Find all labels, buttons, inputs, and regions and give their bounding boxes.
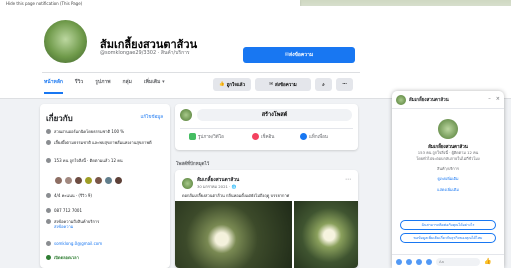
message-label: ส่งข้อความ bbox=[275, 83, 297, 88]
show-more-link[interactable]: แสดงเพิ่มเติม bbox=[392, 187, 504, 193]
tab-home[interactable]: หน้าหลัก bbox=[44, 78, 63, 94]
intro-row: สวนผ่านออร์แกนิคโดยธรรมชาติ 100 % bbox=[46, 129, 164, 134]
friend-avatar[interactable] bbox=[104, 176, 113, 185]
chat-header[interactable]: ส้มเกลี้ยงสวนตาส้วน – × bbox=[392, 91, 504, 109]
tag-friends-option[interactable]: แท็กเพื่อน bbox=[300, 133, 328, 140]
info-icon bbox=[46, 129, 51, 134]
mail-icon bbox=[46, 241, 51, 246]
friend-avatar[interactable] bbox=[74, 176, 83, 185]
create-post-card: สร้างโพสต์ รูปภาพ/วิดีโอ เช็คอิน แท็กเพื… bbox=[175, 104, 358, 150]
minimize-icon[interactable]: – bbox=[488, 96, 491, 102]
intro-row: เปิดตลอดเวลา bbox=[46, 255, 164, 260]
tab-more[interactable]: เพิ่มเติม ▾ bbox=[144, 78, 165, 94]
info-icon bbox=[46, 140, 51, 145]
search-icon: ⌕ bbox=[322, 82, 325, 88]
quick-reply-button[interactable]: ขอข้อมูลเพิ่มเติมเกี่ยวกับธุรกิจของคุณได… bbox=[400, 233, 496, 243]
chat-profile-avatar bbox=[438, 119, 458, 139]
like-button[interactable]: 👍 ถูกใจแล้ว bbox=[213, 78, 251, 91]
like-icon[interactable]: 👍 bbox=[484, 258, 491, 265]
star-icon bbox=[46, 193, 51, 198]
pinned-section-label: โพสต์ที่ปักหมุดไว้ bbox=[176, 162, 210, 167]
close-icon[interactable]: × bbox=[496, 96, 500, 102]
messenger-icon: ✉ bbox=[269, 82, 273, 87]
search-button[interactable]: ⌕ bbox=[315, 78, 332, 91]
post-photo[interactable] bbox=[175, 201, 292, 268]
like-label: ถูกใจแล้ว bbox=[226, 83, 246, 88]
post-text: ดอกส้มเกลี้ยงสวนตาส้วน กลิ่นหอมตั้งแต่ยั… bbox=[182, 193, 290, 198]
page-tabs: หน้าหลัก รีวิว รูปภาพ กลุ่ม เพิ่มเติม ▾ bbox=[44, 78, 165, 94]
create-post-button[interactable]: สร้างโพสต์ bbox=[197, 109, 352, 121]
gif-icon[interactable] bbox=[426, 258, 432, 265]
send-message-button[interactable]: ✉ ส่งข้อความ bbox=[243, 47, 355, 63]
post-more-icon[interactable]: ⋯ bbox=[345, 176, 351, 183]
quick-reply-button[interactable]: ฉันสามารถติดต่อกับคุณได้อย่างไร bbox=[400, 220, 496, 230]
pinned-post: ส้มเกลี้ยงสวนตาส้วน 30 มกราคม 2021 · 🌐 ⋯… bbox=[175, 170, 358, 268]
message-input[interactable]: Aa bbox=[436, 257, 480, 266]
photo-video-option[interactable]: รูปภาพ/วิดีโอ bbox=[189, 133, 224, 140]
checkin-option[interactable]: เช็คอิน bbox=[252, 133, 274, 140]
chat-title: ส้มเกลี้ยงสวนตาส้วน bbox=[428, 145, 468, 150]
intro-row: somklong.0@gmail.com bbox=[46, 241, 164, 246]
friend-avatar[interactable] bbox=[94, 176, 103, 185]
intro-row: เลี้ยงผึ้งตามธรรมชาติ และพบสุขภาพส้มแห่ง… bbox=[46, 140, 164, 145]
tab-groups[interactable]: กลุ่ม bbox=[123, 78, 132, 94]
create-post-label: สร้างโพสต์ bbox=[261, 112, 288, 118]
location-icon bbox=[252, 133, 259, 140]
email-link[interactable]: somklong.0@gmail.com bbox=[54, 241, 102, 246]
send-message-label: ส่งข้อความ bbox=[289, 52, 314, 58]
view-page-link[interactable]: ดูเพจเพิ่มเติม bbox=[392, 176, 504, 182]
phone-icon bbox=[46, 208, 51, 213]
chat-controls: – × bbox=[488, 96, 500, 102]
chat-info: โดยทั่วไปจะตอบกลับภายในไม่กี่ชั่วโมง bbox=[416, 156, 480, 161]
post-avatar[interactable] bbox=[182, 177, 193, 189]
intro-row: ส่งข้อความถึงสินค้าบริการ ส่งข้อความ bbox=[46, 219, 164, 229]
friend-avatar[interactable] bbox=[114, 176, 123, 185]
image-icon[interactable] bbox=[406, 258, 412, 265]
chat-page-name: ส้มเกลี้ยงสวนตาส้วน bbox=[409, 98, 449, 103]
chat-category: สินค้า/บริการ bbox=[437, 166, 459, 171]
profile-avatar[interactable] bbox=[42, 18, 89, 65]
profile-header: ส้มเกลี้ยงสวนตาส้วน @somklongae29/3302 ·… bbox=[0, 6, 511, 99]
tab-reviews[interactable]: รีวิว bbox=[75, 78, 83, 94]
friends-avatars bbox=[54, 176, 123, 185]
post-photo[interactable] bbox=[294, 201, 358, 268]
photo-icon bbox=[189, 133, 196, 140]
sticker-icon[interactable] bbox=[416, 258, 422, 265]
friend-avatar[interactable] bbox=[84, 176, 93, 185]
tag-icon bbox=[300, 133, 307, 140]
more-button[interactable]: ⋯ bbox=[336, 78, 353, 91]
message-button[interactable]: ✉ ส่งข้อความ bbox=[255, 78, 311, 91]
more-icon: ⋯ bbox=[342, 82, 347, 87]
edit-intro-link[interactable]: แก้ไขข้อมูล bbox=[141, 113, 163, 120]
friend-avatar[interactable] bbox=[64, 176, 73, 185]
chat-avatar bbox=[396, 94, 406, 105]
intro-row: 087 712 7001 bbox=[46, 208, 164, 213]
messenger-chat-window: ส้มเกลี้ยงสวนตาส้วน – × ส้มเกลี้ยงสวนตาส… bbox=[392, 91, 504, 268]
plus-icon[interactable] bbox=[396, 258, 402, 265]
post-author-avatar bbox=[180, 109, 192, 121]
create-post-divider bbox=[180, 128, 353, 129]
thumbs-up-icon: 👍 bbox=[218, 82, 225, 87]
clock-icon bbox=[46, 255, 51, 260]
intro-row: 153 คน ถูกใจสิ่งนี้ · ติดตามแล้ว 12 คน bbox=[46, 158, 164, 163]
tab-photos[interactable]: รูปภาพ bbox=[95, 78, 110, 94]
header-divider bbox=[42, 72, 360, 73]
chat-composer: Aa 👍 bbox=[392, 254, 504, 268]
messenger-icon bbox=[46, 219, 51, 224]
page-handle: @somklongae29/3302 · สินค้า/บริการ bbox=[100, 50, 190, 56]
messenger-link[interactable]: ส่งข้อความ bbox=[54, 224, 73, 229]
friend-avatar[interactable] bbox=[54, 176, 63, 185]
like-icon bbox=[46, 158, 51, 163]
post-header: ส้มเกลี้ยงสวนตาส้วน 30 มกราคม 2021 · 🌐 bbox=[182, 176, 239, 190]
post-author[interactable]: ส้มเกลี้ยงสวนตาส้วน bbox=[197, 176, 239, 184]
intro-card: เกี่ยวกับ แก้ไขข้อมูล สวนผ่านออร์แกนิคโด… bbox=[40, 104, 170, 268]
post-date[interactable]: 30 มกราคม 2021 · 🌐 bbox=[197, 184, 239, 190]
intro-title: เกี่ยวกับ bbox=[46, 114, 73, 123]
intro-row: 4/4 คะแนน · (รีวิว 9) bbox=[46, 193, 164, 198]
